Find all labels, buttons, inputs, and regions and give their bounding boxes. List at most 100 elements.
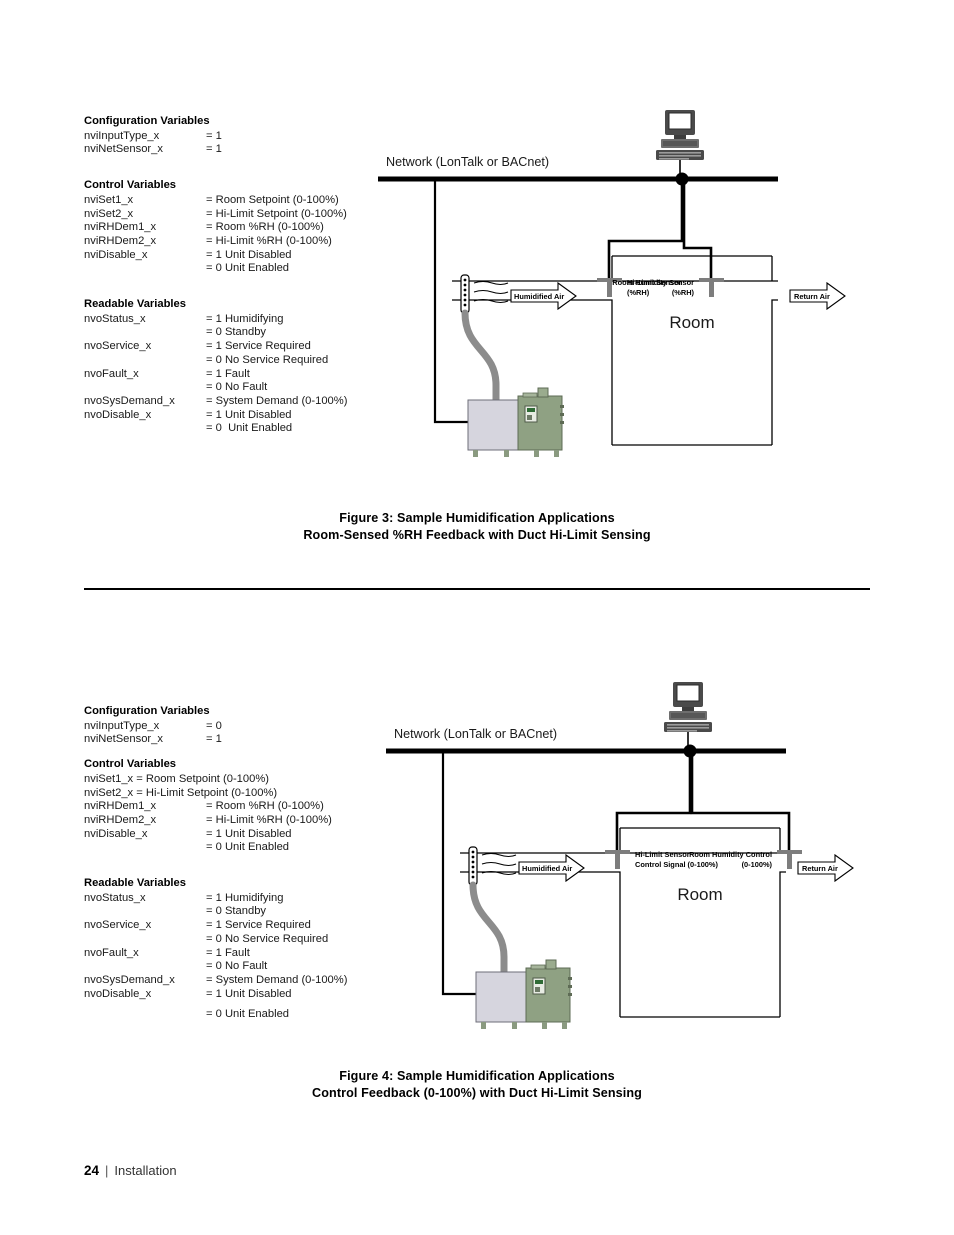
hi-limit-sensor-label-line1: Hi-Limit Sensor	[635, 850, 690, 859]
variable-value: = 1 Unit Disabled	[206, 827, 292, 840]
variable-name	[84, 960, 206, 974]
variable-row: nvoStatus_x = 1 Humidifying	[84, 892, 347, 906]
variable-row: = 0 No Service Required	[84, 933, 347, 947]
variable-name: nviSet2_x	[84, 207, 134, 220]
variable-value: = Hi-Limit Setpoint (0-100%)	[136, 786, 278, 799]
figure-4-diagram: Network (LonTalk or BACnet) Room Humidif…	[386, 672, 866, 1032]
wire-to-hilimit-sensor	[615, 754, 692, 852]
variable-row: = 0 Standby	[84, 905, 347, 919]
variable-name	[84, 905, 206, 919]
document-page: Configuration Variables nviInputType_x =…	[0, 0, 954, 1235]
variable-name: nviSet1_x	[84, 193, 134, 206]
variable-name: nvoFault_x	[84, 367, 139, 380]
config-variables-heading: Configuration Variables	[84, 115, 210, 127]
variable-name	[84, 933, 206, 947]
variable-name	[84, 1008, 206, 1022]
room-label: Room	[677, 885, 722, 904]
humidification-schematic: Network (LonTalk or BACnet) Room Humidif…	[386, 682, 854, 1029]
figure-3-variable-list: Configuration Variables nviInputType_x =…	[84, 115, 347, 436]
humidifier-unit	[467, 387, 564, 457]
figure-3-diagram: Network (LonTalk or BACnet) Room Humidif…	[378, 100, 858, 460]
figure-4-variable-list: Configuration Variables nviInputType_x =…	[84, 705, 347, 1022]
variable-row: nvoFault_x = 1 Fault	[84, 947, 347, 961]
return-air-label: Return Air	[802, 864, 838, 873]
variable-row: nviDisable_x = 1 Unit Disabled	[84, 828, 347, 842]
variable-name: nviRHDem2_x	[84, 813, 157, 826]
variable-name: nvoService_x	[84, 340, 152, 353]
variable-value: = 1	[206, 129, 222, 142]
variable-value: = Hi-Limit %RH (0-100%)	[206, 813, 332, 826]
variable-row: nvoService_x = 1 Service Required	[84, 340, 347, 354]
control-variables-heading: Control Variables	[84, 758, 177, 771]
variable-name: nvoService_x	[84, 919, 152, 932]
variable-value: = 0 Standby	[206, 905, 267, 918]
variable-value: = System Demand (0-100%)	[206, 394, 348, 407]
variable-name	[84, 422, 206, 436]
variable-value: = Room Setpoint (0-100%)	[136, 772, 270, 785]
variable-name: nviRHDem1_x	[84, 800, 157, 813]
variable-row: nviSet2_x = Hi-Limit Setpoint (0-100%)	[84, 787, 347, 801]
variable-name: nvoStatus_x	[84, 312, 146, 325]
variable-value: = Hi-Limit %RH (0-100%)	[206, 234, 332, 247]
variable-row: nviInputType_x = 1	[84, 130, 347, 144]
wire-to-room-sensor	[682, 182, 713, 280]
variable-name	[84, 841, 206, 855]
humidified-air-label: Humidified Air	[514, 292, 564, 301]
variable-name: nvoSysDemand_x	[84, 394, 175, 407]
variable-value: = 0 Unit Enabled	[206, 422, 293, 435]
variable-row: nviRHDem2_x = Hi-Limit %RH (0-100%)	[84, 235, 347, 249]
variable-row: nviRHDem1_x = Room %RH (0-100%)	[84, 800, 347, 814]
variable-value: = 1 Unit Disabled	[206, 987, 292, 1000]
variable-value: = 1 Unit Disabled	[206, 248, 292, 261]
figure-4-caption-line1: Figure 4: Sample Humidification Applicat…	[339, 1069, 615, 1083]
variable-row: nviNetSensor_x = 1	[84, 733, 347, 747]
figure-3-caption-line2: Room-Sensed %RH Feedback with Duct Hi-Li…	[303, 528, 651, 542]
humidification-schematic: Network (LonTalk or BACnet) Room Humidif…	[378, 110, 846, 457]
config-variables-heading: Configuration Variables	[84, 705, 210, 717]
variable-row: nviDisable_x = 1 Unit Disabled	[84, 249, 347, 263]
variable-row: nvoFault_x = 1 Fault	[84, 368, 347, 382]
network-bus-label: Network (LonTalk or BACnet)	[386, 155, 549, 169]
steam-hose	[461, 309, 500, 404]
variable-row: nviInputType_x = 0	[84, 720, 347, 734]
variable-row: = 0 Unit Enabled	[84, 841, 347, 855]
variable-name: nviRHDem1_x	[84, 221, 157, 234]
variable-row: = 0 Unit Enabled	[84, 262, 347, 276]
variable-name: nviInputType_x	[84, 719, 160, 732]
variable-value: = Room Setpoint (0-100%)	[206, 193, 339, 206]
variable-value: = 0 No Service Required	[206, 353, 329, 366]
footer-page-number: 24	[84, 1163, 100, 1178]
figure-4-caption: Figure 4: Sample Humidification Applicat…	[0, 1068, 954, 1102]
variable-value: = 1 Unit Disabled	[206, 408, 292, 421]
return-air-label: Return Air	[794, 292, 830, 301]
variable-name: nvoDisable_x	[84, 987, 152, 1000]
footer-separator: |	[105, 1163, 109, 1178]
variable-row: = 0 Unit Enabled	[84, 422, 347, 436]
variable-name: nvoSysDemand_x	[84, 973, 175, 986]
variable-value: = Room %RH (0-100%)	[206, 221, 324, 234]
variable-name: nviRHDem2_x	[84, 234, 157, 247]
variable-value: = 1 Service Required	[206, 340, 311, 353]
humidifier-unit	[475, 959, 572, 1029]
figure-3-caption: Figure 3: Sample Humidification Applicat…	[0, 510, 954, 544]
room-humidity-control-label-line1: Room Humidity Control	[689, 850, 772, 859]
variable-row: = 0 No Service Required	[84, 354, 347, 368]
variable-value: = 0 Unit Enabled	[206, 1008, 290, 1021]
variable-value: = 0 Unit Enabled	[206, 841, 290, 854]
humidified-air-arrow: Humidified Air	[518, 853, 585, 883]
variable-row: nviSet1_x = Room Setpoint (0-100%)	[84, 194, 347, 208]
computer-icon	[656, 110, 704, 179]
variable-row: nviRHDem2_x = Hi-Limit %RH (0-100%)	[84, 814, 347, 828]
room-humidity-control-label-line2: (0-100%)	[742, 860, 773, 869]
hi-limit-sensor-label-line2: Control Signal (0-100%)	[635, 860, 718, 869]
room-humidity-sensor-label-line1: Room Humidity Sensor	[612, 278, 694, 287]
variable-name: nviNetSensor_x	[84, 143, 163, 156]
variable-row: nvoDisable_x = 1 Unit Disabled	[84, 409, 347, 423]
variable-row: = 0 Unit Enabled	[84, 1008, 347, 1022]
variable-row: nvoDisable_x = 1 Unit Disabled	[84, 988, 347, 1002]
variable-row: = 0 Standby	[84, 326, 347, 340]
variable-row: nviNetSensor_x = 1	[84, 143, 347, 157]
